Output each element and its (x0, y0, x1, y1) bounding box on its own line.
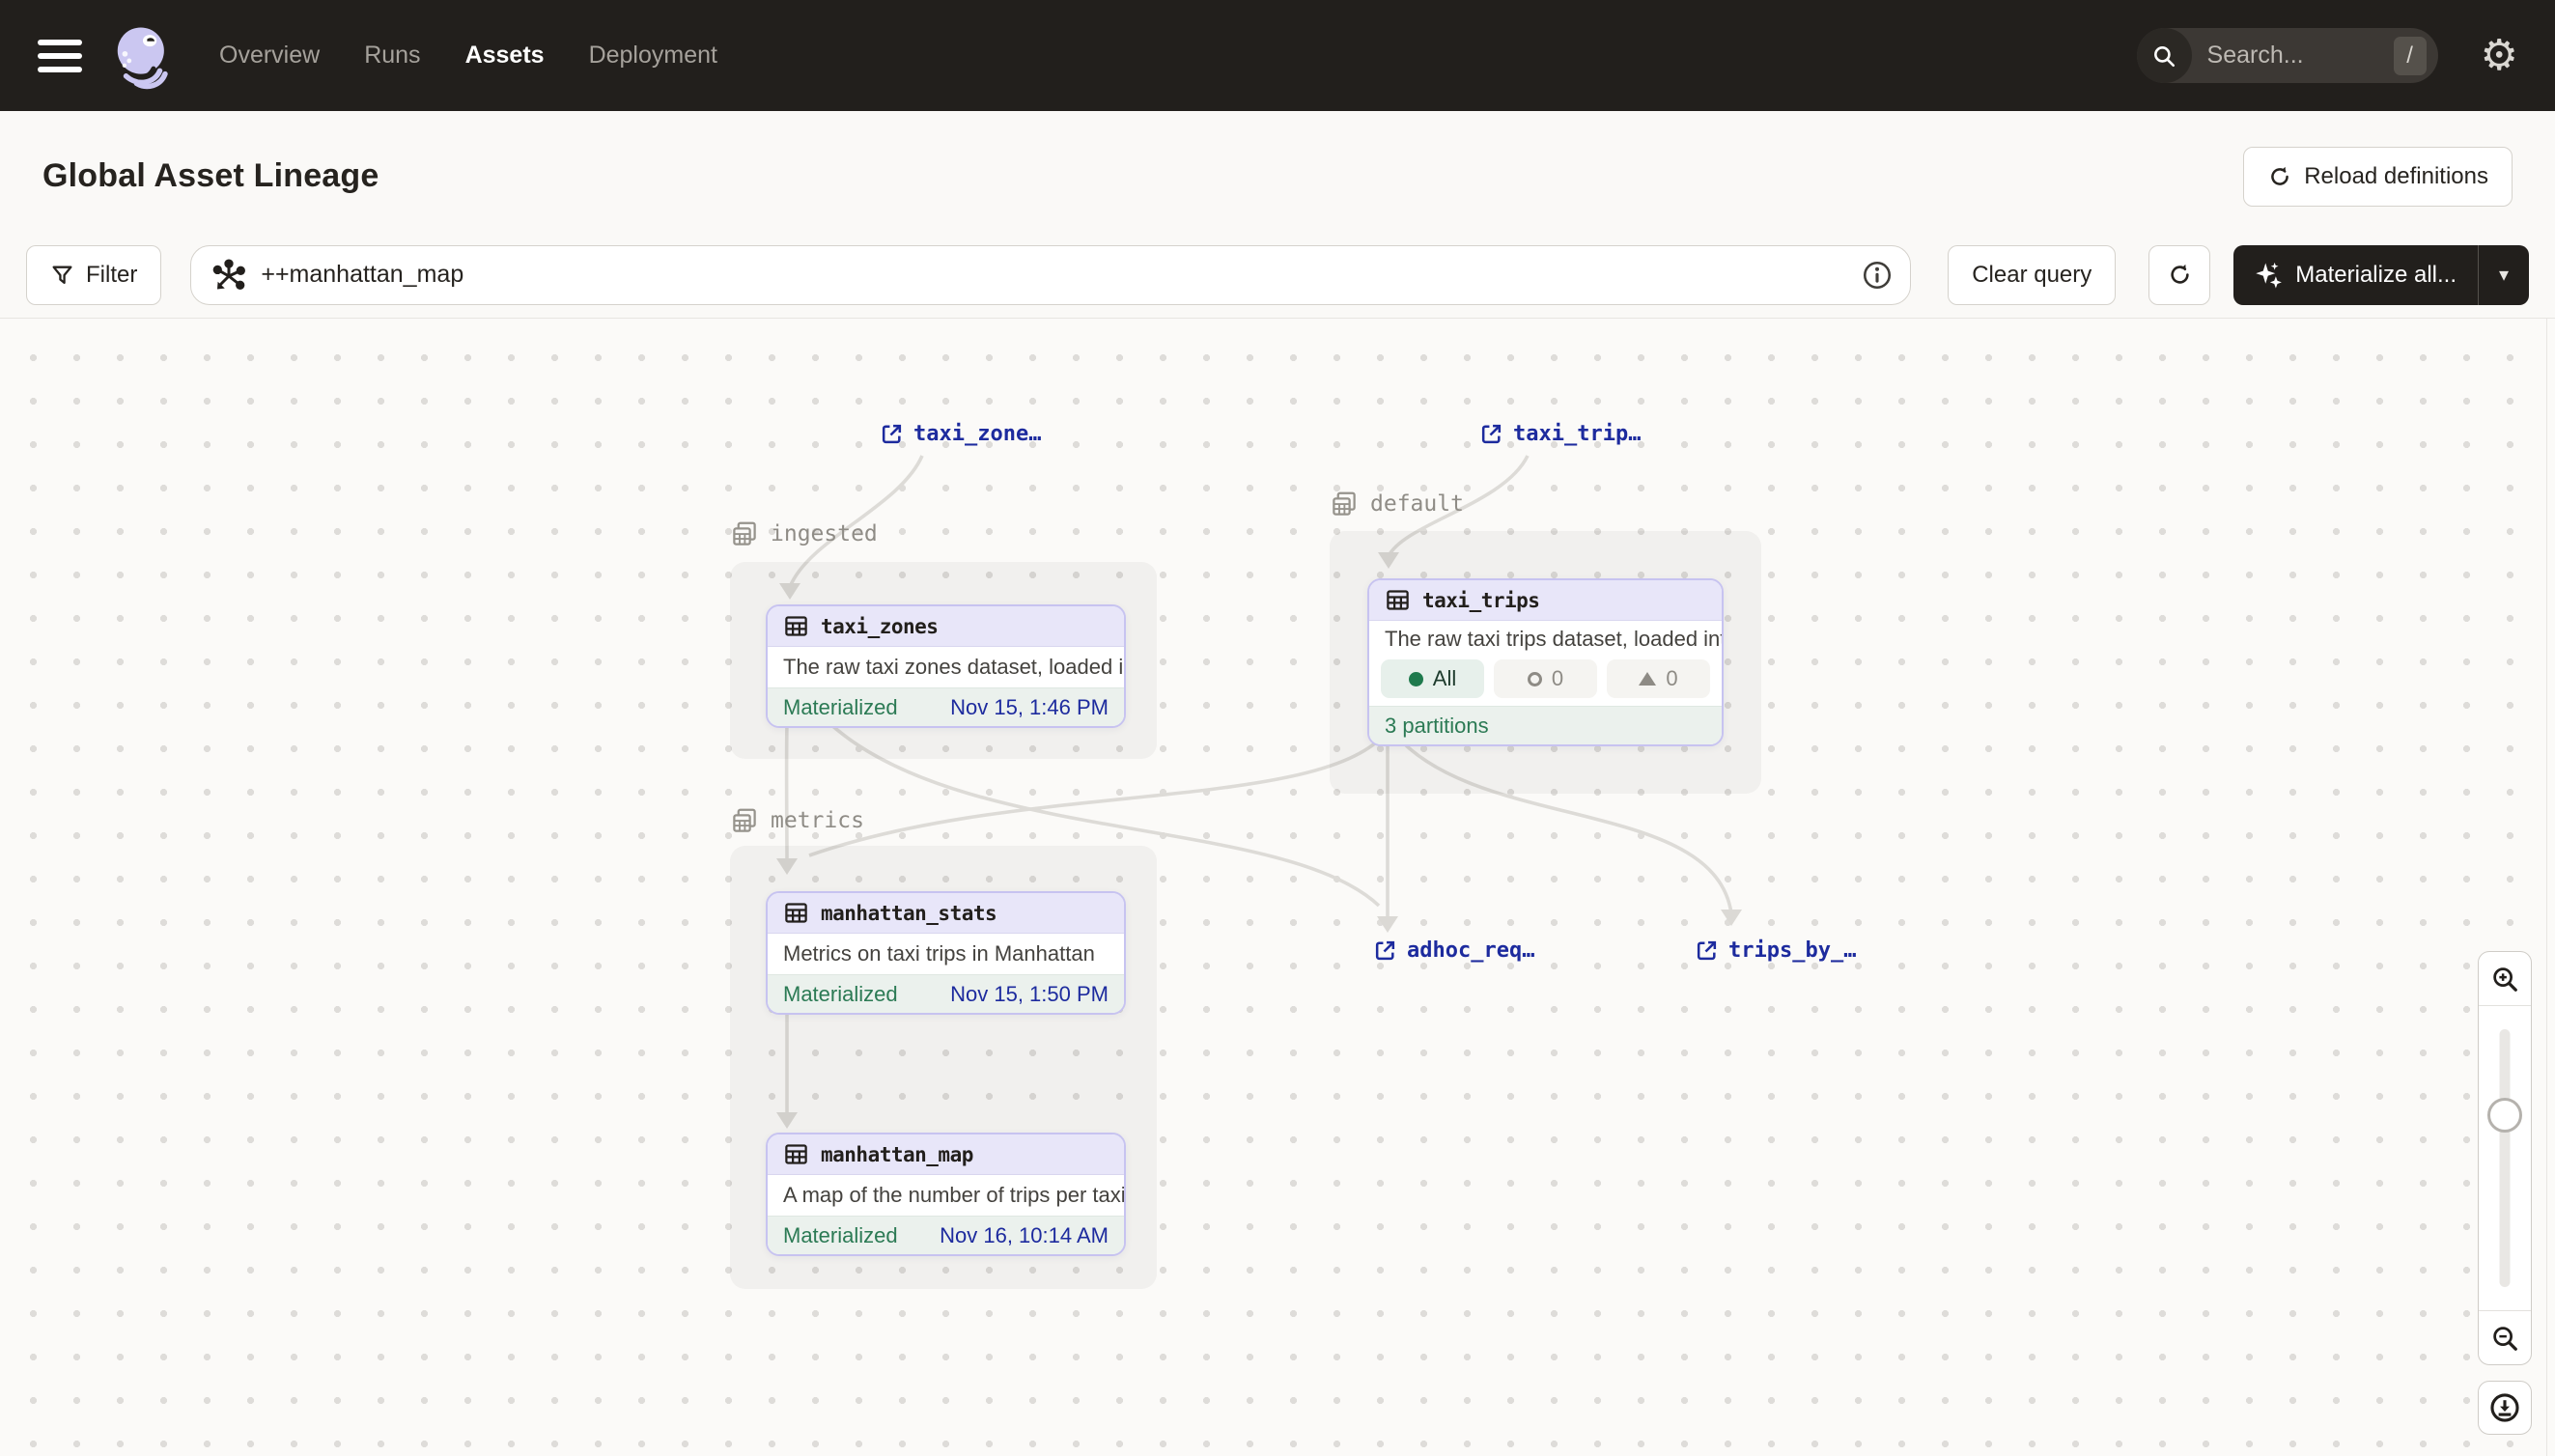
group-label-ingested[interactable]: ingested (730, 519, 878, 548)
asset-node-taxi-trips[interactable]: taxi_trips The raw taxi trips dataset, l… (1367, 578, 1724, 746)
download-graph-button[interactable] (2478, 1381, 2532, 1435)
settings-gear-icon[interactable]: ⚙ (2481, 35, 2518, 77)
materialize-split-button: Materialize all... ▾ (2233, 245, 2529, 305)
materialize-all-button[interactable]: Materialize all... (2233, 245, 2478, 305)
materialized-status: Materialized (783, 982, 898, 1007)
asset-selection-input[interactable] (190, 245, 1911, 305)
materialized-timestamp[interactable]: Nov 15, 1:46 PM (950, 695, 1109, 720)
zoom-in-button[interactable] (2479, 952, 2531, 1005)
partitions-failed-badge[interactable]: 0 (1607, 659, 1710, 698)
materialize-options-caret[interactable]: ▾ (2478, 245, 2529, 305)
success-dot-icon (1409, 672, 1423, 686)
nav-tab-assets[interactable]: Assets (465, 42, 545, 70)
materialized-status: Materialized (783, 1223, 898, 1248)
group-label-default[interactable]: default (1330, 490, 1464, 518)
primary-nav: Overview Runs Assets Deployment (219, 42, 717, 70)
zoom-out-button[interactable] (2479, 1311, 2531, 1364)
dagster-logo-icon[interactable] (109, 22, 177, 90)
clear-query-button[interactable]: Clear query (1948, 245, 2116, 305)
partitions-all-badge[interactable]: All (1381, 659, 1484, 698)
external-asset-taxi-zone-file[interactable]: taxi_zone… (880, 422, 1041, 446)
zoom-slider-thumb[interactable] (2487, 1098, 2522, 1133)
op-selection-icon (211, 259, 246, 294)
asset-title: taxi_zones (821, 615, 938, 638)
global-search-input[interactable]: Search... / (2137, 28, 2438, 83)
zoom-slider (2479, 1005, 2531, 1311)
filter-funnel-icon (50, 263, 74, 287)
asset-description: The raw taxi zones dataset, loaded int..… (768, 647, 1124, 687)
ring-icon (1528, 672, 1542, 686)
filter-button[interactable]: Filter (26, 245, 161, 305)
menu-icon[interactable] (38, 40, 82, 72)
refresh-icon (2167, 262, 2193, 288)
external-link-icon (1695, 938, 1719, 963)
asset-title: manhattan_map (821, 1143, 973, 1166)
external-link-icon (1373, 938, 1397, 963)
nav-tab-runs[interactable]: Runs (364, 42, 420, 70)
caret-down-icon: ▾ (2499, 263, 2509, 287)
asset-title: taxi_trips (1422, 589, 1539, 612)
external-asset-adhoc-request[interactable]: adhoc_req… (1373, 938, 1534, 963)
table-icon (783, 900, 809, 926)
materialized-timestamp[interactable]: Nov 16, 10:14 AM (940, 1223, 1109, 1248)
query-info-icon[interactable] (1861, 259, 1894, 292)
lineage-toolbar: Filter Clear query (0, 241, 2555, 319)
zoom-slider-track[interactable] (2500, 1029, 2511, 1287)
zoom-control-panel (2478, 951, 2532, 1365)
table-icon (1385, 587, 1411, 613)
search-icon (2137, 28, 2192, 83)
download-icon (2488, 1391, 2521, 1424)
partitions-missing-badge[interactable]: 0 (1494, 659, 1597, 698)
nav-tab-deployment[interactable]: Deployment (589, 42, 717, 70)
top-nav-bar: Overview Runs Assets Deployment Search..… (0, 0, 2555, 111)
table-icon (783, 613, 809, 639)
refresh-graph-button[interactable] (2148, 245, 2210, 305)
scrollbar-gutter[interactable] (2546, 319, 2555, 1456)
partition-health-badges: All 0 0 (1369, 658, 1722, 706)
lineage-edges (0, 319, 2555, 1456)
group-layers-icon (730, 519, 759, 548)
group-layers-icon (730, 806, 759, 835)
asset-title: manhattan_stats (821, 902, 997, 925)
search-shortcut-badge: / (2394, 37, 2427, 75)
zoom-in-icon (2490, 965, 2519, 994)
materialized-timestamp[interactable]: Nov 15, 1:50 PM (950, 982, 1109, 1007)
materialized-status: Materialized (783, 695, 898, 720)
external-link-icon (1479, 422, 1503, 446)
asset-description: A map of the number of trips per taxi z.… (768, 1175, 1124, 1216)
triangle-icon (1639, 672, 1656, 686)
external-asset-trips-by-week[interactable]: trips_by_… (1695, 938, 1856, 963)
table-icon (783, 1141, 809, 1167)
asset-node-manhattan-stats[interactable]: manhattan_stats Metrics on taxi trips in… (766, 891, 1126, 1015)
asset-selection-field (190, 245, 1911, 305)
asset-node-manhattan-map[interactable]: manhattan_map A map of the number of tri… (766, 1133, 1126, 1256)
page-header: Global Asset Lineage Reload definitions (0, 111, 2555, 241)
reload-definitions-button[interactable]: Reload definitions (2243, 147, 2513, 207)
page-title: Global Asset Lineage (42, 157, 379, 195)
partitions-count[interactable]: 3 partitions (1385, 714, 1489, 739)
zoom-out-icon (2490, 1324, 2519, 1353)
asset-description: The raw taxi trips dataset, loaded into … (1369, 621, 1722, 658)
external-asset-taxi-trip-file[interactable]: taxi_trip… (1479, 422, 1641, 446)
lineage-canvas[interactable]: ingested default metrics taxi_zone… taxi… (0, 319, 2555, 1456)
search-placeholder: Search... (2207, 42, 2394, 70)
external-link-icon (880, 422, 904, 446)
sparkle-icon (2255, 261, 2284, 290)
group-label-metrics[interactable]: metrics (730, 806, 864, 835)
group-layers-icon (1330, 490, 1359, 518)
nav-tab-overview[interactable]: Overview (219, 42, 320, 70)
asset-description: Metrics on taxi trips in Manhattan (768, 934, 1124, 974)
reload-icon (2267, 164, 2292, 189)
asset-node-taxi-zones[interactable]: taxi_zones The raw taxi zones dataset, l… (766, 604, 1126, 728)
